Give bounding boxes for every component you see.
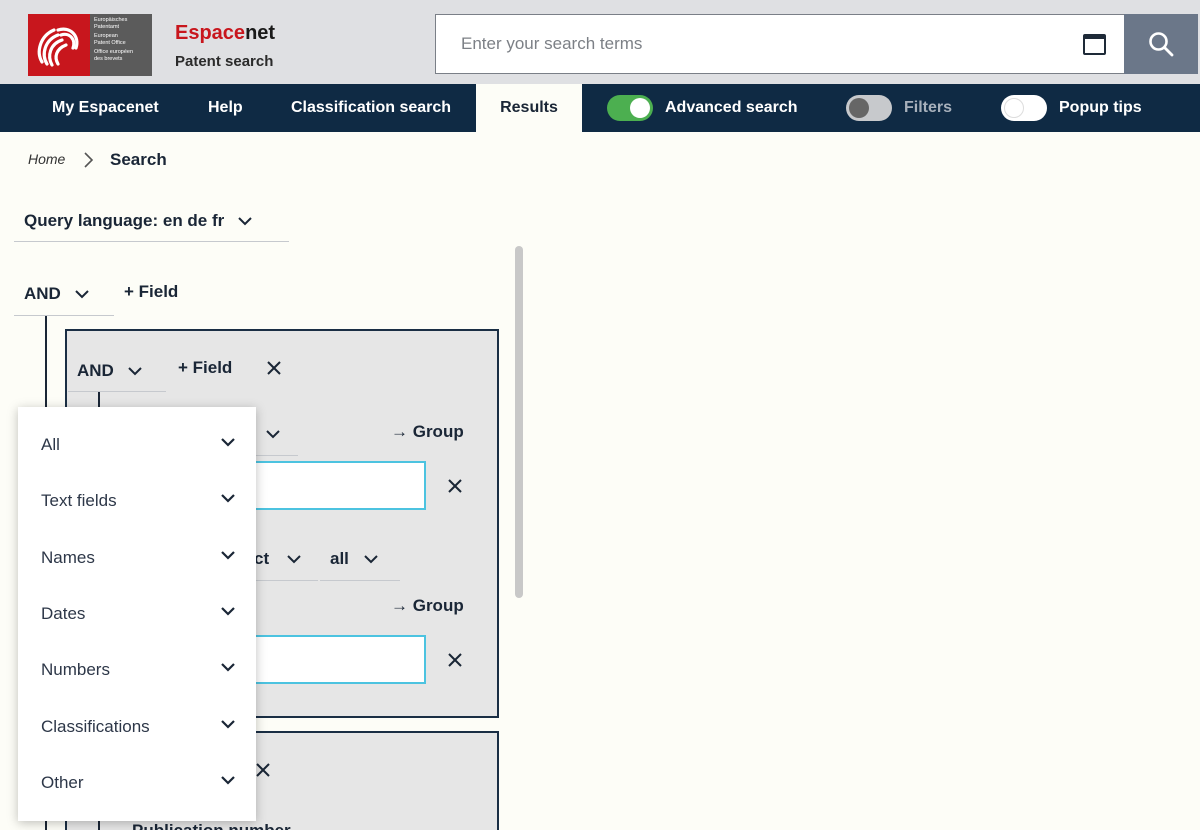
- dropdown-item-label: Other: [41, 773, 84, 792]
- chevron-down-icon: [221, 551, 235, 560]
- chevron-down-icon: [221, 607, 235, 616]
- chevron-down-icon: [221, 776, 235, 785]
- close-icon[interactable]: [447, 478, 463, 494]
- query-language-select[interactable]: Query language: en de fr: [14, 200, 289, 242]
- close-icon[interactable]: [255, 762, 271, 778]
- window-icon[interactable]: [1083, 34, 1106, 55]
- chevron-down-icon: [221, 663, 235, 672]
- field-2-scope-select[interactable]: all: [320, 537, 400, 581]
- dropdown-item-all[interactable]: All: [18, 417, 256, 473]
- popup-tips-label: Popup tips: [1059, 99, 1142, 116]
- nav-classification-search[interactable]: Classification search: [291, 84, 451, 132]
- search-button[interactable]: [1124, 14, 1198, 74]
- field-2-input[interactable]: [240, 635, 426, 684]
- chevron-down-icon: [221, 494, 235, 503]
- chevron-down-icon: [266, 429, 280, 438]
- nav-popup-tips[interactable]: Popup tips: [1001, 84, 1142, 132]
- dropdown-item-dates[interactable]: Dates: [18, 586, 256, 642]
- group-operator-label: AND: [77, 360, 114, 380]
- dropdown-item-label: Classifications: [41, 717, 150, 736]
- to-group-button-2[interactable]: → Group: [391, 596, 464, 616]
- field-category-dropdown: All Text fields Names Dates Numbers Clas…: [18, 407, 256, 821]
- nav-filters[interactable]: Filters: [846, 84, 952, 132]
- dropdown-item-text-fields[interactable]: Text fields: [18, 473, 256, 529]
- popup-tips-toggle[interactable]: [1001, 95, 1047, 121]
- epo-logo[interactable]: Europäisches Patentamt European Patent O…: [28, 14, 152, 76]
- nav-my-espacenet[interactable]: My Espacenet: [52, 84, 159, 132]
- top-operator-label: AND: [24, 283, 61, 303]
- close-icon[interactable]: [266, 360, 282, 376]
- nav-advanced-search[interactable]: Advanced search: [607, 84, 798, 132]
- top-operator-select[interactable]: AND: [14, 272, 114, 316]
- advanced-search-toggle[interactable]: [607, 95, 653, 121]
- chevron-down-icon: [128, 366, 142, 375]
- chevron-down-icon: [221, 438, 235, 447]
- field-1-input[interactable]: [240, 461, 426, 510]
- chevron-down-icon: [287, 554, 301, 563]
- search-input[interactable]: [461, 34, 1061, 54]
- main-nav: My Espacenet Help Classification search …: [0, 84, 1200, 132]
- dropdown-item-numbers[interactable]: Numbers: [18, 642, 256, 698]
- add-field-button[interactable]: + Field: [124, 282, 178, 302]
- breadcrumb-current: Search: [110, 150, 167, 169]
- group-2-tree-line: [98, 820, 100, 830]
- brand-name: Espacenet: [175, 22, 276, 44]
- advanced-search-label: Advanced search: [665, 99, 798, 116]
- brand-subtitle: Patent search: [175, 53, 274, 70]
- dropdown-item-classifications[interactable]: Classifications: [18, 699, 256, 755]
- dropdown-item-label: Names: [41, 548, 95, 567]
- search-bar: [435, 14, 1198, 74]
- chevron-down-icon: [75, 289, 89, 298]
- dropdown-item-label: Text fields: [41, 491, 117, 510]
- dropdown-item-label: Numbers: [41, 660, 110, 679]
- chevron-down-icon: [238, 216, 252, 225]
- nav-help[interactable]: Help: [208, 84, 243, 132]
- search-icon: [1149, 32, 1174, 57]
- filters-label: Filters: [904, 99, 953, 116]
- close-icon[interactable]: [447, 652, 463, 668]
- filters-toggle[interactable]: [846, 95, 892, 121]
- header: Europäisches Patentamt European Patent O…: [0, 0, 1200, 84]
- epo-logo-text: Europäisches Patentamt European Patent O…: [94, 17, 134, 62]
- search-box: [435, 14, 1124, 74]
- breadcrumb-home[interactable]: Home: [28, 151, 65, 167]
- dropdown-item-other[interactable]: Other: [18, 755, 256, 811]
- group-operator-select[interactable]: AND: [68, 350, 166, 392]
- dropdown-item-label: All: [41, 435, 60, 454]
- chevron-right-icon: [84, 152, 94, 168]
- nav-results[interactable]: Results: [476, 84, 582, 132]
- epo-logo-mark: [28, 14, 90, 76]
- to-group-button-1[interactable]: → Group: [391, 422, 464, 442]
- field-2-condition-label: ct: [254, 548, 270, 568]
- chevron-down-icon: [221, 720, 235, 729]
- chevron-down-icon: [364, 554, 378, 563]
- field-2-scope-label: all: [330, 548, 349, 568]
- group-add-field-button[interactable]: + Field: [178, 358, 232, 378]
- scrollbar-thumb[interactable]: [515, 246, 523, 598]
- query-language-label: Query language: en de fr: [24, 210, 225, 230]
- brand[interactable]: Espacenet Patent search: [175, 22, 275, 70]
- dropdown-item-names[interactable]: Names: [18, 530, 256, 586]
- dropdown-item-label: Dates: [41, 604, 86, 623]
